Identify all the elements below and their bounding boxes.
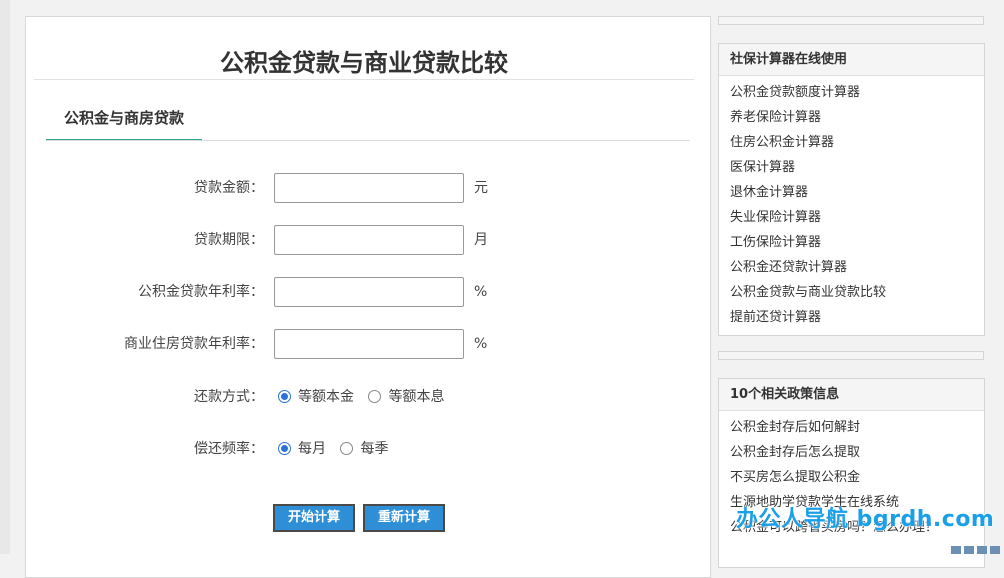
tray-icon[interactable] — [977, 546, 987, 554]
calculator-link[interactable]: 公积金还贷款计算器 — [730, 255, 984, 280]
calculate-button[interactable]: 开始计算 — [273, 504, 355, 532]
fund-rate-input[interactable] — [274, 277, 464, 307]
tray-icons — [951, 546, 1000, 554]
loan-term-input[interactable] — [274, 225, 464, 255]
repayment-method-row: 还款方式： 等额本金 等额本息 — [26, 382, 710, 412]
reset-button[interactable]: 重新计算 — [363, 504, 445, 532]
radio-unchecked-icon[interactable] — [368, 390, 382, 403]
loan-amount-unit: 元 — [474, 180, 488, 196]
calculators-box: 社保计算器在线使用 公积金贷款额度计算器 养老保险计算器 住房公积金计算器 医保… — [718, 43, 985, 336]
commercial-rate-input[interactable] — [274, 329, 464, 359]
fund-rate-unit: % — [474, 284, 488, 300]
radio-equal-principal-label: 等额本金 — [298, 389, 354, 405]
policies-box-title: 10个相关政策信息 — [719, 379, 984, 411]
policy-link[interactable]: 不买房怎么提取公积金 — [730, 465, 984, 490]
tray-icon[interactable] — [964, 546, 974, 554]
radio-equal-installment-label: 等额本息 — [388, 389, 445, 405]
commercial-rate-row: 商业住房贷款年利率： % — [26, 329, 710, 359]
policy-link[interactable]: 公积金封存后如何解封 — [730, 415, 984, 440]
repayment-method-label: 还款方式： — [194, 389, 264, 405]
radio-equal-installment[interactable]: 等额本息 — [368, 382, 444, 412]
page-title: 公积金贷款与商业贷款比较 — [220, 48, 508, 77]
tray-icon[interactable] — [990, 546, 1000, 554]
sidebar-spacer-middle — [718, 351, 984, 360]
title-divider — [34, 79, 694, 80]
radio-quarterly[interactable]: 每季 — [340, 434, 388, 464]
calculator-panel: 公积金贷款与商业贷款比较 公积金与商房贷款 贷款金额： 元 贷款期限： 月 公积… — [25, 16, 711, 578]
radio-equal-principal[interactable]: 等额本金 — [278, 382, 354, 412]
calculator-link[interactable]: 公积金贷款与商业贷款比较 — [730, 280, 984, 305]
repayment-frequency-row: 偿还频率： 每月 每季 — [26, 434, 710, 464]
loan-term-row: 贷款期限： 月 — [26, 225, 710, 255]
calculator-link[interactable]: 公积金贷款额度计算器 — [730, 80, 984, 105]
fund-rate-row: 公积金贷款年利率： % — [26, 277, 710, 307]
sidebar-spacer-top — [718, 16, 984, 25]
calculators-box-title: 社保计算器在线使用 — [719, 44, 984, 76]
radio-checked-icon[interactable] — [278, 390, 291, 403]
repayment-frequency-label: 偿还频率： — [194, 441, 264, 457]
loan-amount-row: 贷款金额： 元 — [26, 173, 710, 203]
tab-divider — [46, 140, 690, 141]
loan-amount-label: 贷款金额： — [194, 180, 264, 196]
calculator-link[interactable]: 养老保险计算器 — [730, 105, 984, 130]
tray-icon[interactable] — [951, 546, 961, 554]
page-gutter — [0, 0, 10, 554]
loan-amount-input[interactable] — [274, 173, 464, 203]
calculator-link[interactable]: 失业保险计算器 — [730, 205, 984, 230]
policies-box: 10个相关政策信息 公积金封存后如何解封 公积金封存后怎么提取 不买房怎么提取公… — [718, 378, 985, 568]
calculator-link[interactable]: 医保计算器 — [730, 155, 984, 180]
tab-housing-fund-vs-commercial[interactable]: 公积金与商房贷款 — [46, 107, 202, 141]
radio-checked-icon[interactable] — [278, 442, 291, 455]
calculator-link[interactable]: 住房公积金计算器 — [730, 130, 984, 155]
site-watermark: 办公人导航 bgrdh.com — [736, 507, 995, 532]
calculator-link[interactable]: 退休金计算器 — [730, 180, 984, 205]
loan-term-unit: 月 — [474, 232, 488, 248]
repayment-method-group: 等额本金 等额本息 — [278, 382, 454, 412]
policy-link[interactable]: 公积金封存后怎么提取 — [730, 440, 984, 465]
repayment-frequency-group: 每月 每季 — [278, 434, 398, 464]
commercial-rate-label: 商业住房贷款年利率： — [124, 336, 264, 352]
loan-term-label: 贷款期限： — [194, 232, 264, 248]
radio-unchecked-icon[interactable] — [340, 442, 354, 455]
radio-quarterly-label: 每季 — [360, 441, 389, 457]
calculator-link[interactable]: 提前还贷计算器 — [730, 305, 984, 330]
calculator-link[interactable]: 工伤保险计算器 — [730, 230, 984, 255]
commercial-rate-unit: % — [474, 336, 488, 352]
radio-monthly[interactable]: 每月 — [278, 434, 326, 464]
calculators-list: 公积金贷款额度计算器 养老保险计算器 住房公积金计算器 医保计算器 退休金计算器… — [719, 76, 984, 330]
radio-monthly-label: 每月 — [298, 441, 326, 457]
fund-rate-label: 公积金贷款年利率： — [138, 284, 264, 300]
